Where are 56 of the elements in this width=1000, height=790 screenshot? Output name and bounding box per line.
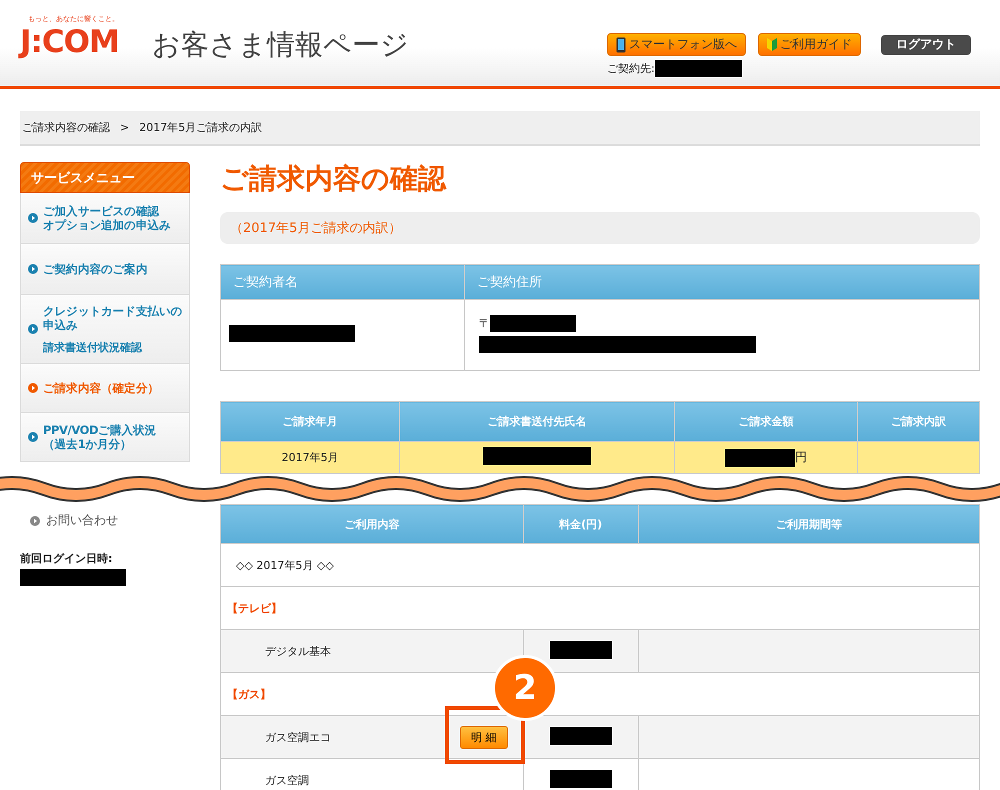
contact-link[interactable]: お問い合わせ: [46, 512, 118, 529]
column-header: ご請求書送付先氏名: [400, 402, 675, 442]
breadcrumb-current: 2017年5月ご請求の内訳: [139, 120, 262, 135]
menu-item-label: ご加入サービスの確認 オプション追加の申込み: [43, 204, 171, 232]
column-header: ご利用期間等: [638, 504, 980, 544]
menu-item[interactable]: ご請求内容（確定分）: [20, 364, 190, 413]
menu-item-label: ご契約内容のご案内: [43, 262, 148, 276]
column-header: ご契約住所: [464, 264, 980, 300]
column-header: ご利用内容: [220, 504, 524, 544]
logo: J:COM: [20, 24, 119, 60]
menu-item[interactable]: PPV/VODご購入状況 （過去1か月分）: [20, 413, 190, 462]
service-name: ガス空調エコ: [265, 730, 331, 744]
guide-button[interactable]: ご利用ガイド: [758, 33, 861, 56]
bullet-icon: [28, 324, 38, 334]
category-label: 【テレビ】: [227, 602, 282, 614]
section-title: ご請求内容の確認: [220, 162, 448, 196]
redaction-bar: [724, 448, 795, 466]
breadcrumb-separator: >: [120, 121, 130, 134]
bullet-icon: [30, 516, 40, 526]
column-header: ご契約者名: [220, 264, 464, 300]
billing-month: 2017年5月: [282, 451, 339, 464]
menu-item-label: クレジットカード支払いの 申込み: [43, 304, 182, 332]
period-label: ◇◇ 2017年5月 ◇◇: [236, 558, 334, 572]
bullet-icon: [28, 383, 38, 393]
breadcrumb-link[interactable]: ご請求内容の確認: [22, 120, 110, 135]
menu-item-label: ご請求内容（確定分）: [43, 381, 160, 395]
menu-item[interactable]: ご加入サービスの確認 オプション追加の申込み: [20, 193, 190, 244]
redaction-bar: [550, 726, 612, 744]
column-header: ご請求金額: [674, 402, 858, 442]
beginner-mark-icon: [767, 37, 777, 52]
category-label: 【ガス】: [227, 688, 271, 700]
bullet-icon: [28, 264, 38, 274]
menu-sublink[interactable]: 請求書送付状況確認: [43, 340, 182, 354]
redaction-bar: [550, 640, 612, 658]
bullet-icon: [28, 213, 38, 223]
service-name: ガス空調: [265, 772, 309, 788]
menu-item[interactable]: クレジットカード支払いの 申込み 請求書送付状況確認: [20, 295, 190, 364]
bullet-icon: [28, 432, 38, 442]
redaction-bar: [550, 770, 612, 788]
smartphone-icon: [616, 36, 626, 52]
smartphone-button[interactable]: スマートフォン版へ: [607, 33, 746, 56]
column-header: 料金(円): [523, 504, 638, 544]
page-title: お客さま情報ページ: [152, 27, 409, 63]
menu-item-label: PPV/VODご購入状況 （過去1か月分）: [43, 423, 156, 451]
subtitle: （2017年5月ご請求の内訳）: [230, 220, 402, 237]
logout-button[interactable]: ログアウト: [881, 34, 971, 54]
column-header: ご請求年月: [220, 402, 400, 442]
currency-unit: 円: [794, 449, 807, 466]
column-header: ご請求内訳: [857, 402, 980, 442]
service-name: デジタル基本: [265, 644, 331, 658]
contract-label: ご契約先:: [607, 61, 655, 76]
details-button[interactable]: 明 細: [460, 726, 508, 748]
postal-mark: 〒: [479, 316, 490, 330]
menu-item[interactable]: ご契約内容のご案内: [20, 244, 190, 295]
last-login-label: 前回ログイン日時:: [20, 551, 114, 566]
menu-title: サービスメニュー: [20, 162, 190, 193]
